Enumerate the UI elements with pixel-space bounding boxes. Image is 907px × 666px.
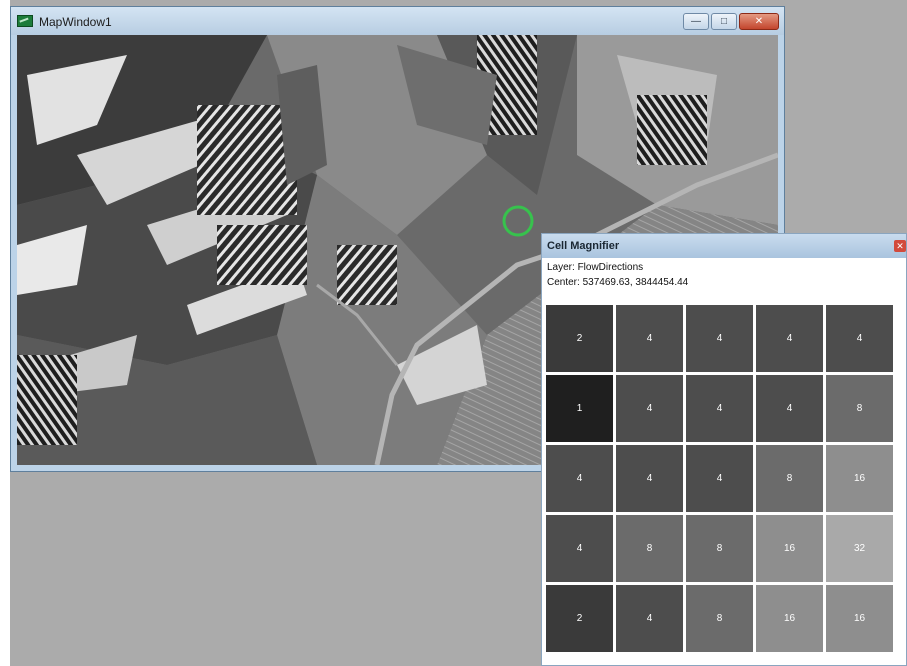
grid-cell: 1 — [546, 375, 613, 442]
minimize-button[interactable]: — — [683, 13, 709, 30]
grid-cell: 16 — [756, 585, 823, 652]
grid-cell: 4 — [686, 305, 753, 372]
grid-cell: 2 — [546, 305, 613, 372]
grid-cell: 4 — [546, 515, 613, 582]
grid-cell: 16 — [826, 445, 893, 512]
cell-magnifier-titlebar[interactable]: Cell Magnifier ✕ — [542, 234, 906, 258]
grid-cell: 4 — [616, 305, 683, 372]
grid-cell: 4 — [616, 375, 683, 442]
grid-cell: 4 — [756, 305, 823, 372]
grid-cell: 8 — [616, 515, 683, 582]
grid-cell: 4 — [616, 585, 683, 652]
close-button[interactable]: ✕ — [739, 13, 779, 30]
grid-cell: 4 — [686, 445, 753, 512]
center-coordinates: Center: 537469.63, 3844454.44 — [547, 277, 689, 288]
grid-cell: 2 — [546, 585, 613, 652]
grid-cell: 4 — [546, 445, 613, 512]
maximize-button[interactable]: □ — [711, 13, 737, 30]
layer-label: Layer: FlowDirections — [547, 262, 644, 273]
grid-cell: 4 — [756, 375, 823, 442]
grid-cell: 16 — [826, 585, 893, 652]
map-window-titlebar[interactable]: MapWindow1 — □ ✕ — [11, 7, 784, 35]
cell-magnifier-title: Cell Magnifier — [547, 240, 620, 252]
cell-grid: 2 4 4 4 4 1 4 4 4 8 4 4 4 8 16 4 8 8 16 32 2 4 8 16 16 — [546, 305, 894, 656]
grid-cell: 8 — [686, 515, 753, 582]
grid-cell: 8 — [686, 585, 753, 652]
grid-cell: 16 — [756, 515, 823, 582]
map-window-title: MapWindow1 — [39, 15, 112, 29]
grid-cell: 4 — [616, 445, 683, 512]
close-icon[interactable]: ✕ — [894, 240, 906, 252]
cell-magnifier-window[interactable]: Cell Magnifier ✕ Layer: FlowDirections C… — [541, 233, 907, 666]
grid-cell: 4 — [826, 305, 893, 372]
map-app-icon — [17, 15, 33, 27]
grid-cell: 32 — [826, 515, 893, 582]
grid-cell: 8 — [826, 375, 893, 442]
grid-cell: 8 — [756, 445, 823, 512]
grid-cell: 4 — [686, 375, 753, 442]
